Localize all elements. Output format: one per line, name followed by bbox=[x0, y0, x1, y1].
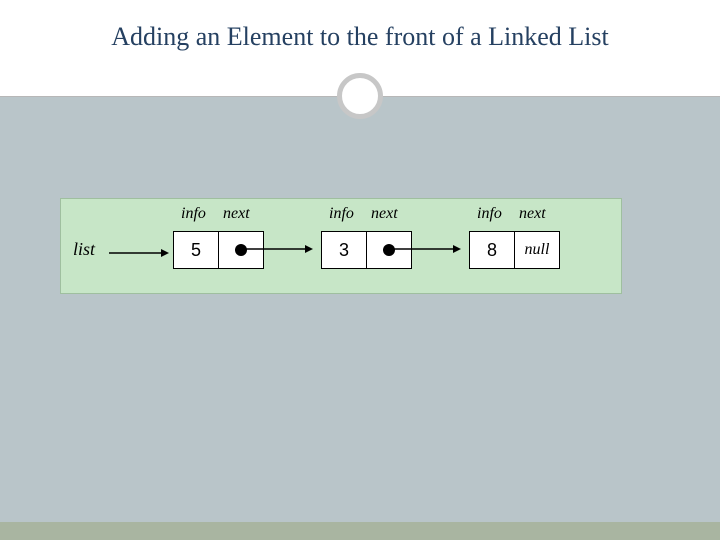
slide-title: Adding an Element to the front of a Link… bbox=[0, 0, 720, 52]
footer-bar bbox=[0, 522, 720, 540]
linked-list-diagram: list info next 5 info next 3 info next bbox=[60, 198, 622, 294]
arrow-icon bbox=[241, 244, 313, 254]
info-label: info bbox=[329, 205, 354, 223]
info-label: info bbox=[181, 205, 206, 223]
node-next-cell: null bbox=[514, 232, 559, 268]
node-info-cell: 8 bbox=[470, 232, 514, 268]
info-label: info bbox=[477, 205, 502, 223]
node-info-cell: 3 bbox=[322, 232, 366, 268]
node: 8 null bbox=[469, 231, 560, 269]
arrow-icon bbox=[109, 248, 169, 258]
arrow-icon bbox=[389, 244, 461, 254]
slide: Adding an Element to the front of a Link… bbox=[0, 0, 720, 540]
node-info-cell: 5 bbox=[174, 232, 218, 268]
next-label: next bbox=[223, 205, 250, 223]
next-label: next bbox=[371, 205, 398, 223]
ring-ornament-icon bbox=[337, 73, 383, 119]
next-label: next bbox=[519, 205, 546, 223]
body-area bbox=[0, 97, 720, 522]
list-pointer-label: list bbox=[73, 239, 95, 260]
